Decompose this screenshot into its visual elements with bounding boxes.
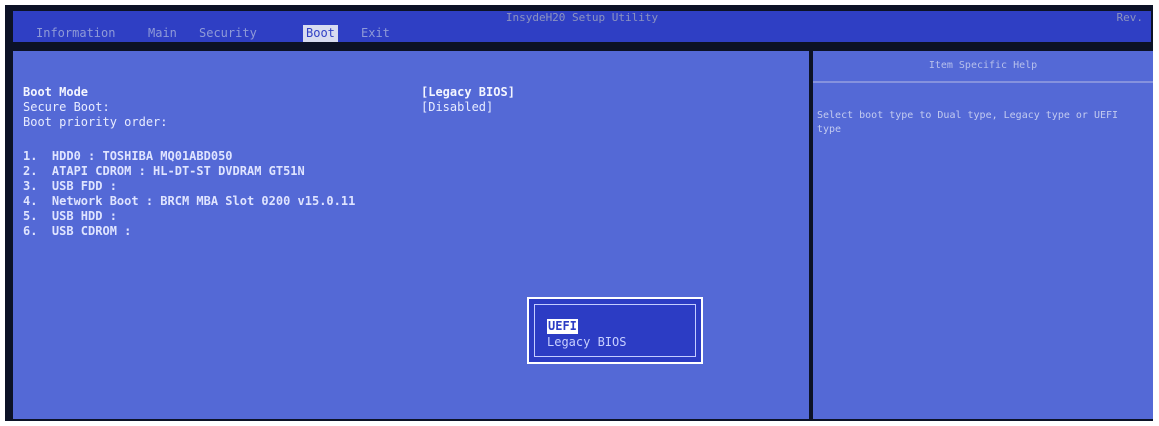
help-panel: Item Specific Help Select boot type to D…: [813, 51, 1153, 419]
help-text: Select boot type to Dual type, Legacy ty…: [817, 110, 1119, 135]
tab-bar: Information Main Security Boot Exit: [13, 25, 1151, 42]
tab-boot[interactable]: Boot: [303, 25, 338, 42]
secure-boot-label[interactable]: Secure Boot:: [23, 100, 110, 114]
tab-security[interactable]: Security: [196, 25, 260, 42]
boot-order-item[interactable]: 1. HDD0 : TOSHIBA MQ01ABD050: [23, 149, 233, 163]
revision-label: Rev.: [1116, 11, 1144, 24]
bios-screen: InsydeH20 Setup Utility Rev. Information…: [5, 5, 1153, 421]
boot-mode-value[interactable]: [Legacy BIOS]: [421, 85, 515, 99]
boot-order-item[interactable]: 2. ATAPI CDROM : HL-DT-ST DVDRAM GT51N: [23, 164, 305, 178]
boot-order-item[interactable]: 5. USB HDD :: [23, 209, 117, 223]
boot-order-item[interactable]: 6. USB CDROM :: [23, 224, 131, 238]
boot-order-item[interactable]: 4. Network Boot : BRCM MBA Slot 0200 v15…: [23, 194, 355, 208]
secure-boot-value[interactable]: [Disabled]: [421, 100, 493, 114]
app-title: InsydeH20 Setup Utility: [505, 11, 659, 24]
title-bar: InsydeH20 Setup Utility Rev.: [13, 11, 1151, 25]
tab-exit[interactable]: Exit: [358, 25, 393, 42]
option-legacy-bios[interactable]: Legacy BIOS: [547, 335, 626, 350]
boot-mode-popup: UEFI Legacy BIOS: [527, 297, 703, 364]
tab-main[interactable]: Main: [145, 25, 180, 42]
boot-mode-label[interactable]: Boot Mode: [23, 85, 88, 99]
option-uefi[interactable]: UEFI: [547, 319, 578, 334]
boot-priority-label: Boot priority order:: [23, 115, 168, 129]
popup-frame: UEFI Legacy BIOS: [534, 304, 696, 357]
boot-order-item[interactable]: 3. USB FDD :: [23, 179, 117, 193]
tab-information[interactable]: Information: [33, 25, 118, 42]
help-header: Item Specific Help: [813, 51, 1153, 83]
